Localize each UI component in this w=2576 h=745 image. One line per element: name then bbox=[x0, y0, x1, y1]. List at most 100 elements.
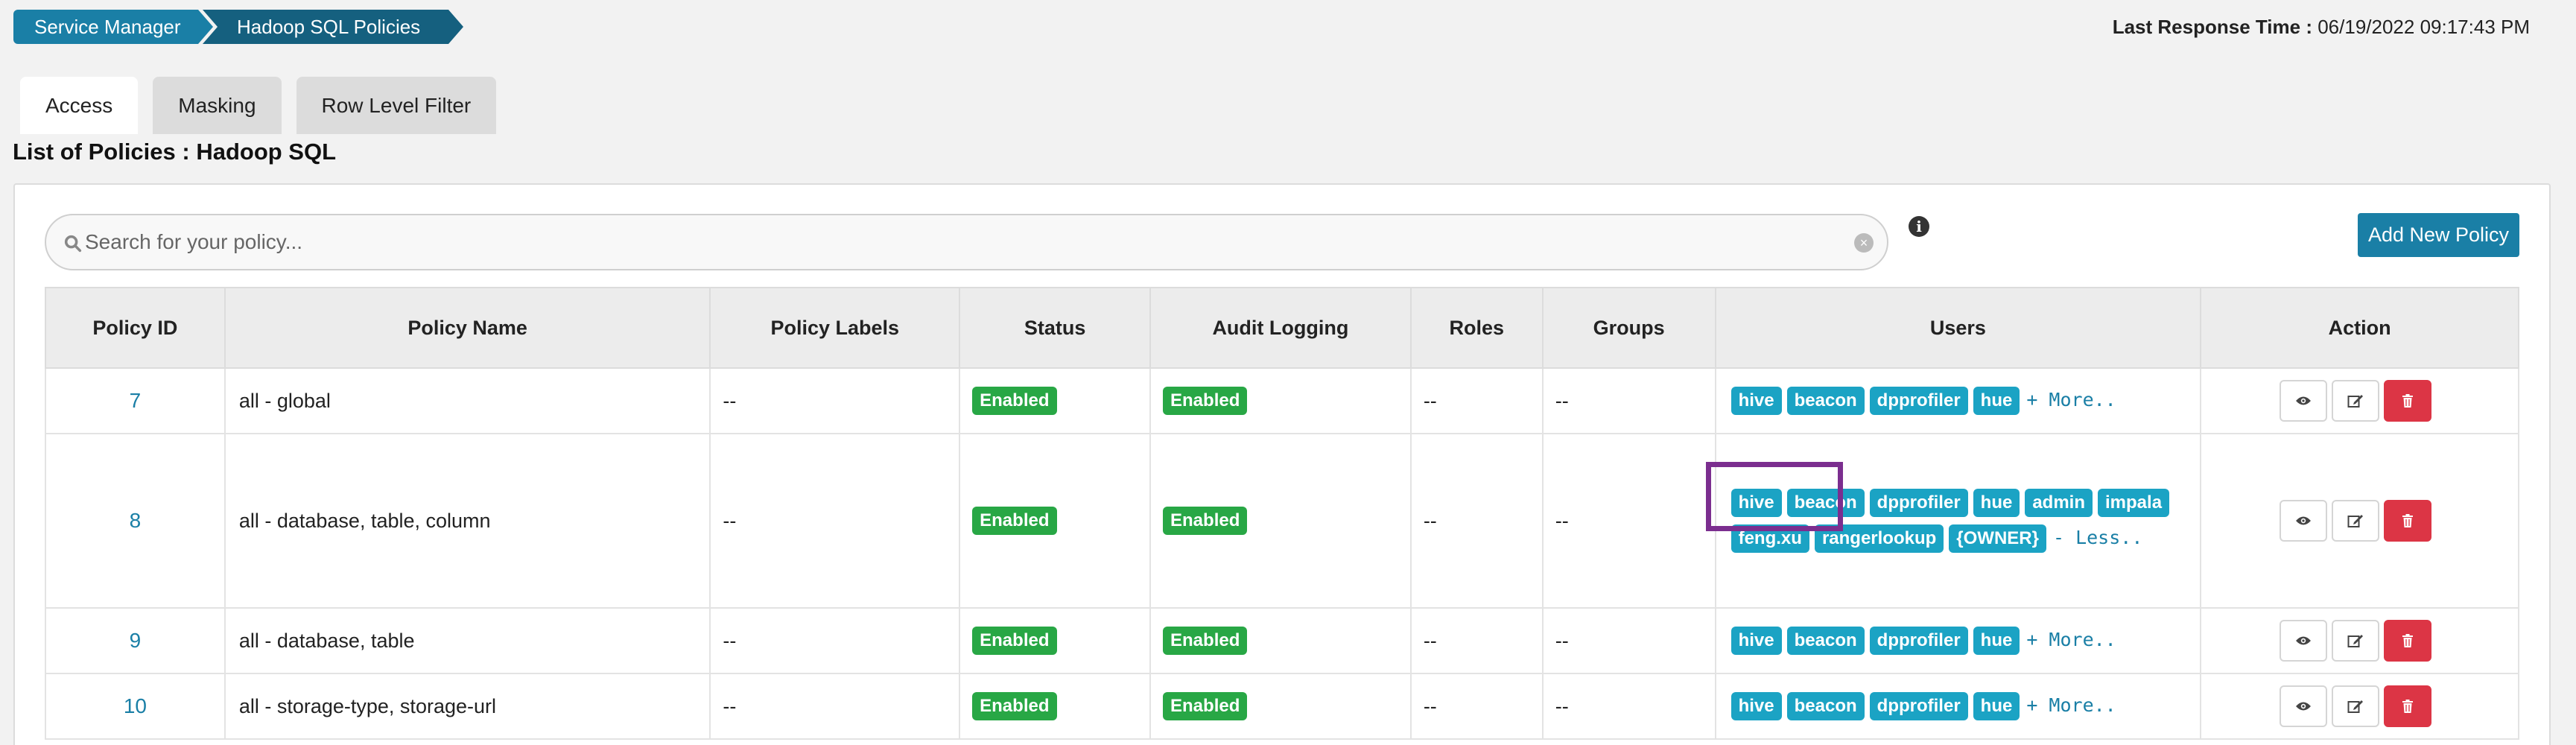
view-button[interactable] bbox=[2280, 685, 2328, 727]
last-response-time: Last Response Time : 06/19/2022 09:17:43… bbox=[2113, 16, 2530, 39]
col-audit-logging: Audit Logging bbox=[1149, 287, 1412, 369]
table-header-row: Policy ID Policy Name Policy Labels Stat… bbox=[45, 287, 2519, 369]
policy-labels: -- bbox=[709, 433, 961, 609]
policy-labels: -- bbox=[709, 607, 961, 674]
user-badge: hive bbox=[1730, 387, 1782, 415]
info-icon[interactable]: i bbox=[1909, 216, 1929, 237]
table-row: 8 all - database, table, column -- Enabled E… bbox=[45, 433, 2519, 609]
eye-icon bbox=[2296, 396, 2312, 405]
user-badge: dpprofiler bbox=[1869, 489, 1968, 517]
delete-button[interactable] bbox=[2384, 500, 2432, 542]
edit-icon bbox=[2347, 700, 2364, 713]
user-badge: hive bbox=[1730, 627, 1782, 655]
policies-table: Policy ID Policy Name Policy Labels Stat… bbox=[45, 287, 2519, 740]
status-cell: Enabled bbox=[959, 673, 1152, 740]
view-button[interactable] bbox=[2280, 380, 2328, 422]
tab-access[interactable]: Access bbox=[20, 77, 139, 134]
edit-button[interactable] bbox=[2332, 620, 2380, 662]
delete-button[interactable] bbox=[2384, 685, 2432, 727]
groups-cell: -- bbox=[1541, 367, 1716, 434]
delete-button[interactable] bbox=[2384, 620, 2432, 662]
roles-cell: -- bbox=[1409, 367, 1544, 434]
audit-cell: Enabled bbox=[1149, 607, 1412, 674]
audit-cell: Enabled bbox=[1149, 367, 1412, 434]
roles-cell: -- bbox=[1409, 433, 1544, 609]
clear-search-icon[interactable]: × bbox=[1854, 233, 1874, 253]
col-action: Action bbox=[2200, 287, 2519, 369]
breadcrumb-service-manager[interactable]: Service Manager bbox=[13, 10, 213, 44]
view-button[interactable] bbox=[2280, 500, 2328, 542]
search-input[interactable] bbox=[85, 217, 1828, 267]
policy-name: all - database, table, column bbox=[223, 433, 711, 609]
breadcrumb-hadoop-sql-policies[interactable]: Hadoop SQL Policies bbox=[203, 10, 463, 44]
groups-cell: -- bbox=[1541, 433, 1716, 609]
status-badge: Enabled bbox=[972, 387, 1057, 415]
edit-button[interactable] bbox=[2332, 500, 2380, 542]
user-badge: hue bbox=[1973, 692, 2020, 720]
last-response-time-value: 06/19/2022 09:17:43 PM bbox=[2318, 16, 2530, 38]
col-groups: Groups bbox=[1541, 287, 1716, 369]
add-new-policy-button[interactable]: Add New Policy bbox=[2358, 213, 2519, 257]
view-button[interactable] bbox=[2280, 620, 2328, 662]
edit-button[interactable] bbox=[2332, 685, 2380, 727]
trash-icon bbox=[2402, 514, 2414, 527]
status-cell: Enabled bbox=[959, 433, 1152, 609]
col-policy-name[interactable]: Policy Name bbox=[223, 287, 711, 369]
eye-icon bbox=[2296, 636, 2312, 645]
status-badge: Enabled bbox=[972, 627, 1057, 655]
policy-name: all - database, table bbox=[223, 607, 711, 674]
user-badge: beacon bbox=[1786, 692, 1865, 720]
trash-icon bbox=[2402, 394, 2414, 408]
col-policy-labels: Policy Labels bbox=[709, 287, 961, 369]
user-badge: dpprofiler bbox=[1869, 627, 1968, 655]
user-badge: impala bbox=[2098, 489, 2170, 517]
col-status: Status bbox=[959, 287, 1152, 369]
policy-id-link[interactable]: 8 bbox=[45, 433, 226, 609]
breadcrumb: Service Manager Hadoop SQL Policies bbox=[13, 10, 463, 44]
user-badge: admin bbox=[2025, 489, 2093, 517]
user-badge: hue bbox=[1973, 627, 2020, 655]
user-badge: hive bbox=[1730, 692, 1782, 720]
more-users-link[interactable]: + More.. bbox=[2026, 389, 2116, 410]
user-badge: beacon bbox=[1786, 387, 1865, 415]
eye-icon bbox=[2296, 516, 2312, 525]
user-badge: dpprofiler bbox=[1869, 387, 1968, 415]
action-cell bbox=[2200, 367, 2519, 434]
audit-logging-badge: Enabled bbox=[1163, 692, 1248, 720]
tab-masking[interactable]: Masking bbox=[153, 77, 282, 134]
last-response-time-label: Last Response Time : bbox=[2112, 16, 2312, 38]
audit-cell: Enabled bbox=[1149, 433, 1412, 609]
col-users: Users bbox=[1714, 287, 2202, 369]
status-badge: Enabled bbox=[972, 507, 1057, 535]
policy-name: all - global bbox=[223, 367, 711, 434]
less-users-link[interactable]: - Less.. bbox=[2053, 527, 2142, 548]
policy-id-link[interactable]: 7 bbox=[45, 367, 226, 434]
edit-icon bbox=[2347, 515, 2364, 527]
status-cell: Enabled bbox=[959, 367, 1152, 434]
trash-icon bbox=[2402, 700, 2414, 713]
more-users-link[interactable]: + More.. bbox=[2026, 629, 2116, 650]
policy-id-link[interactable]: 9 bbox=[45, 607, 226, 674]
policy-tabs: Access Masking Row Level Filter bbox=[20, 77, 497, 134]
tab-row-level-filter[interactable]: Row Level Filter bbox=[296, 77, 497, 134]
action-cell bbox=[2200, 673, 2519, 740]
users-cell: hive beacon dpprofiler hue + More.. bbox=[1714, 607, 2202, 674]
more-users-link[interactable]: + More.. bbox=[2026, 694, 2116, 716]
users-cell: hive beacon dpprofiler hue + More.. bbox=[1714, 367, 2202, 434]
action-cell bbox=[2200, 607, 2519, 674]
col-roles: Roles bbox=[1409, 287, 1544, 369]
table-row: 9 all - database, table -- Enabled Enabled --… bbox=[45, 607, 2519, 674]
policy-id-link[interactable]: 10 bbox=[45, 673, 226, 740]
trash-icon bbox=[2402, 634, 2414, 647]
highlight-box bbox=[1706, 462, 1843, 531]
delete-button[interactable] bbox=[2384, 380, 2432, 422]
status-badge: Enabled bbox=[972, 692, 1057, 720]
user-badge: {OWNER} bbox=[1949, 524, 2046, 553]
edit-button[interactable] bbox=[2332, 380, 2380, 422]
search-box[interactable]: × bbox=[45, 214, 1888, 270]
search-icon bbox=[64, 235, 82, 253]
user-badge: hue bbox=[1973, 489, 2020, 517]
users-cell: hive beacon dpprofiler hue + More.. bbox=[1714, 673, 2202, 740]
table-row: 7 all - global -- Enabled Enabled -- -- hive bea… bbox=[45, 367, 2519, 434]
col-policy-id[interactable]: Policy ID bbox=[45, 287, 226, 369]
